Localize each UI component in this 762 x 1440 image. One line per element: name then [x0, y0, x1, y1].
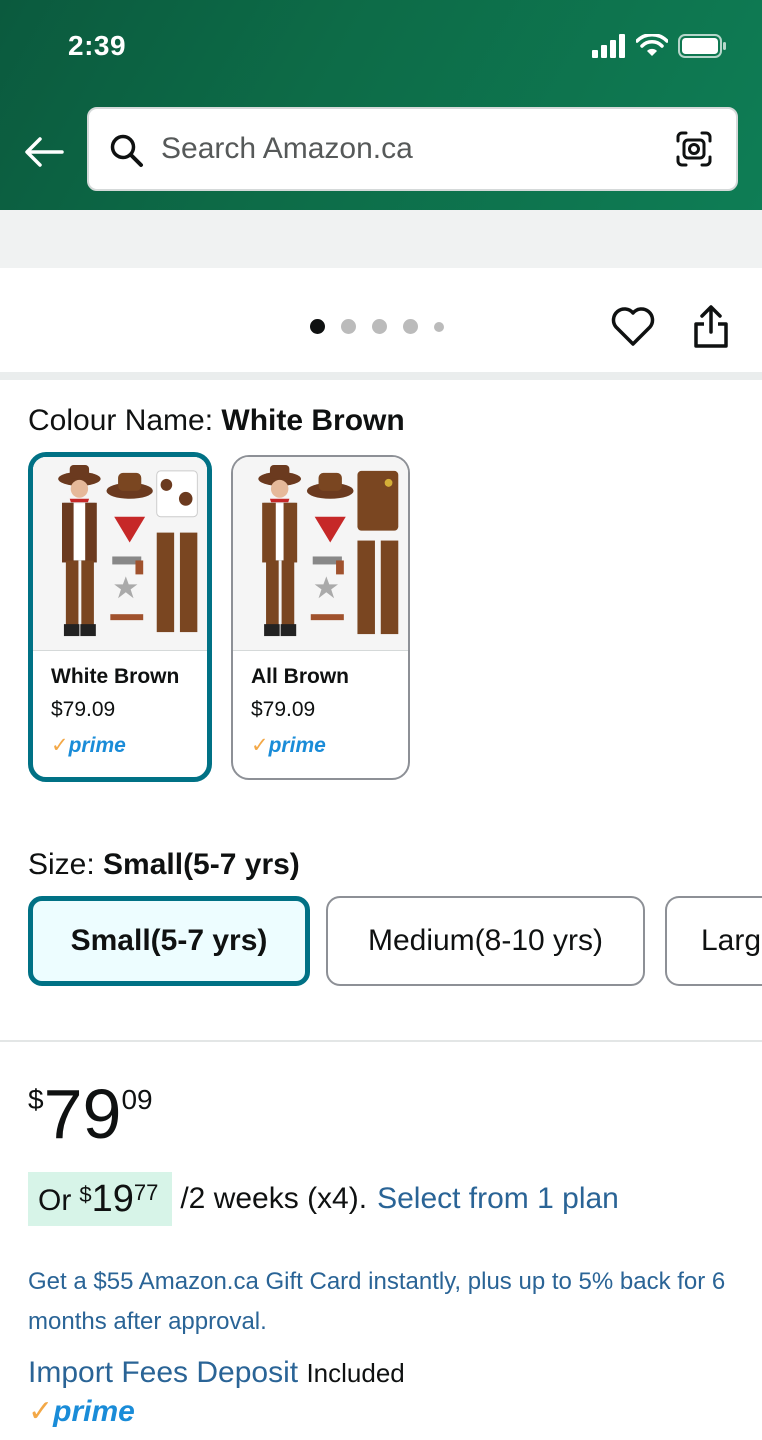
colour-option-name: White Brown: [51, 665, 180, 688]
status-icons: [592, 34, 728, 58]
colour-option-price: $79.09: [251, 698, 316, 721]
price-fraction: 09: [121, 1084, 153, 1115]
gift-card-promo-link[interactable]: Get a $55 Amazon.ca Gift Card instantly,…: [28, 1262, 738, 1342]
prime-check-icon: ✓: [28, 1395, 54, 1428]
import-fees-link[interactable]: Import Fees Deposit: [28, 1356, 298, 1389]
colour-label-text: Colour Name:: [28, 404, 222, 437]
product-thumbnail: [233, 457, 408, 651]
installment-whole: 19: [91, 1178, 134, 1220]
colour-option-white-brown[interactable]: White Brown $79.09 ✓prime: [28, 452, 212, 782]
size-option-label: Larg: [701, 924, 762, 957]
app-header: 2:39: [0, 0, 762, 210]
size-option-small[interactable]: Small(5-7 yrs): [28, 896, 310, 986]
installment-offer: Or $ 19 77 /2 weeks (x4). Select from 1 …: [28, 1172, 619, 1226]
carousel-dot[interactable]: [403, 319, 418, 334]
installment-terms: /2 weeks (x4).: [180, 1182, 368, 1215]
carousel-dot[interactable]: [341, 319, 356, 334]
import-fees-status: Included: [306, 1358, 405, 1388]
search-icon: [110, 134, 143, 167]
size-option-large[interactable]: Larg: [665, 896, 762, 986]
carousel-dot[interactable]: [434, 321, 444, 332]
wifi-icon: [636, 34, 668, 56]
prime-check-icon: ✓: [51, 734, 69, 757]
select-plan-link[interactable]: Select from 1 plan: [377, 1182, 619, 1216]
carousel-dot[interactable]: [310, 319, 325, 334]
heart-icon[interactable]: [610, 304, 656, 350]
banner-placeholder: [0, 210, 762, 268]
size-option-label: Small(5-7 yrs): [70, 924, 268, 957]
import-fees: Import Fees Deposit Included: [28, 1356, 405, 1390]
carousel-dots[interactable]: [310, 319, 444, 334]
colour-selected-value: White Brown: [221, 404, 405, 437]
size-selected-value: Small(5-7 yrs): [103, 848, 300, 881]
image-carousel-controls: [0, 268, 762, 372]
prime-label: prime: [53, 1395, 135, 1428]
installment-prefix: Or: [38, 1184, 72, 1217]
size-option-medium[interactable]: Medium(8-10 yrs): [326, 896, 645, 986]
battery-icon: [678, 34, 726, 58]
back-arrow-icon: [25, 137, 64, 167]
carousel-dot[interactable]: [372, 319, 387, 334]
prime-label: prime: [68, 734, 126, 757]
prime-check-icon: ✓: [251, 734, 269, 757]
back-button[interactable]: [22, 130, 66, 174]
installment-badge: Or $ 19 77: [28, 1172, 173, 1226]
colour-option-all-brown[interactable]: All Brown $79.09 ✓prime: [231, 455, 410, 780]
product-thumbnail: [33, 457, 207, 651]
colour-option-name: All Brown: [251, 665, 349, 688]
colour-option-price: $79.09: [51, 698, 116, 721]
installment-fraction: 77: [133, 1180, 159, 1205]
colour-label: Colour Name: White Brown: [28, 404, 405, 438]
search-input[interactable]: [161, 129, 661, 169]
price-symbol: $: [28, 1084, 44, 1115]
signal-icon: [592, 34, 625, 58]
prime-label: prime: [268, 734, 326, 757]
section-divider: [0, 1040, 762, 1042]
search-box[interactable]: [87, 107, 738, 191]
prime-badge: ✓prime: [251, 733, 326, 758]
price-whole: 79: [43, 1075, 122, 1153]
section-divider: [0, 372, 762, 380]
size-label-text: Size:: [28, 848, 104, 881]
camera-scan-icon[interactable]: [674, 129, 714, 169]
prime-badge: ✓prime: [51, 733, 126, 758]
size-label: Size: Small(5-7 yrs): [28, 848, 300, 882]
status-time: 2:39: [68, 30, 127, 61]
installment-symbol: $: [79, 1182, 92, 1207]
share-icon[interactable]: [690, 304, 732, 350]
prime-badge: ✓prime: [28, 1394, 135, 1429]
product-price: $ 79 09: [28, 1076, 153, 1152]
size-option-label: Medium(8-10 yrs): [367, 924, 604, 957]
